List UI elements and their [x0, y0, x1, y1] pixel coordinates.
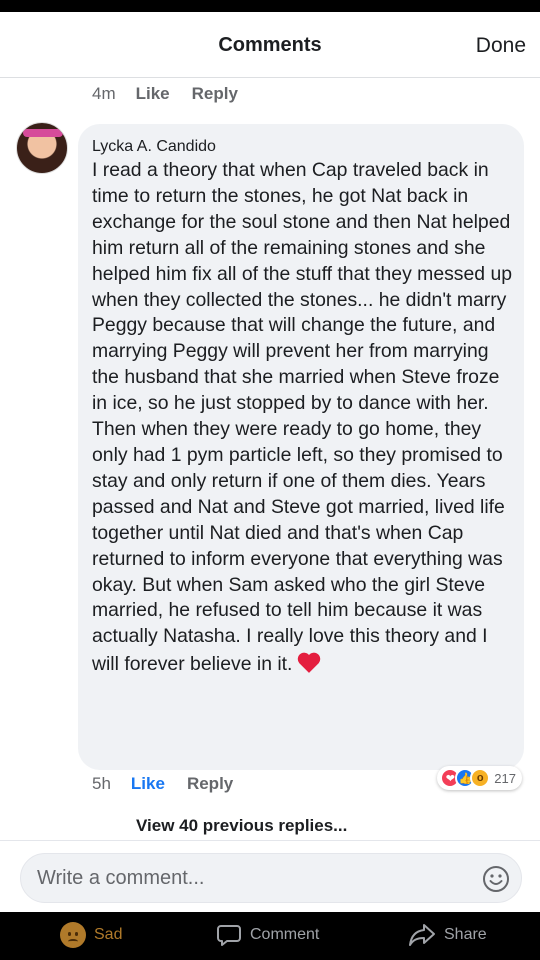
avatar[interactable]	[16, 122, 68, 174]
comments-header: Comments Done	[0, 12, 540, 78]
comment-body: I read a theory that when Cap traveled b…	[92, 158, 512, 678]
status-bar	[0, 0, 540, 12]
sad-label: Sad	[94, 926, 123, 943]
comment-text: I read a theory that when Cap traveled b…	[92, 159, 513, 676]
share-label: Share	[444, 926, 487, 943]
done-button[interactable]: Done	[476, 34, 526, 58]
like-button[interactable]: Like	[136, 84, 170, 104]
heart-emoji-icon	[298, 652, 321, 674]
comment-composer	[20, 853, 522, 903]
comment-author[interactable]: Lycka A. Candido	[92, 138, 512, 156]
comment-actions: 5h Like Reply	[92, 774, 255, 794]
view-previous-replies-link[interactable]: View 40 previous replies...	[136, 816, 347, 836]
post-action-bar: Sad Comment Share	[0, 912, 540, 960]
like-button[interactable]: Like	[131, 774, 165, 794]
comment-timestamp: 4m	[92, 84, 116, 103]
emoji-icon[interactable]	[481, 864, 511, 894]
sad-reaction-button[interactable]: Sad	[60, 922, 122, 948]
share-action-button[interactable]: Share	[408, 922, 487, 948]
sad-icon	[60, 922, 86, 948]
reply-button[interactable]: Reply	[187, 774, 233, 794]
reply-button[interactable]: Reply	[192, 84, 238, 104]
comments-sheet: Comments Done 4m Like Reply Lycka A. Can…	[0, 12, 540, 912]
comment-icon	[217, 925, 241, 946]
wow-icon: o	[470, 768, 491, 788]
reaction-count: 217	[494, 770, 516, 786]
comment-bubble: Lycka A. Candido I read a theory that wh…	[78, 124, 524, 770]
comment-input[interactable]	[37, 854, 477, 902]
reactions-summary[interactable]: ❤ 👍 o 217	[437, 766, 522, 790]
share-icon	[409, 924, 435, 946]
page-title: Comments	[218, 34, 322, 56]
comment-label: Comment	[250, 926, 320, 943]
comment-action-button[interactable]: Comment	[216, 922, 319, 948]
comment-timestamp: 5h	[92, 774, 111, 793]
previous-comment-actions: 4m Like Reply	[92, 84, 260, 104]
comment-composer-bar	[0, 840, 540, 912]
